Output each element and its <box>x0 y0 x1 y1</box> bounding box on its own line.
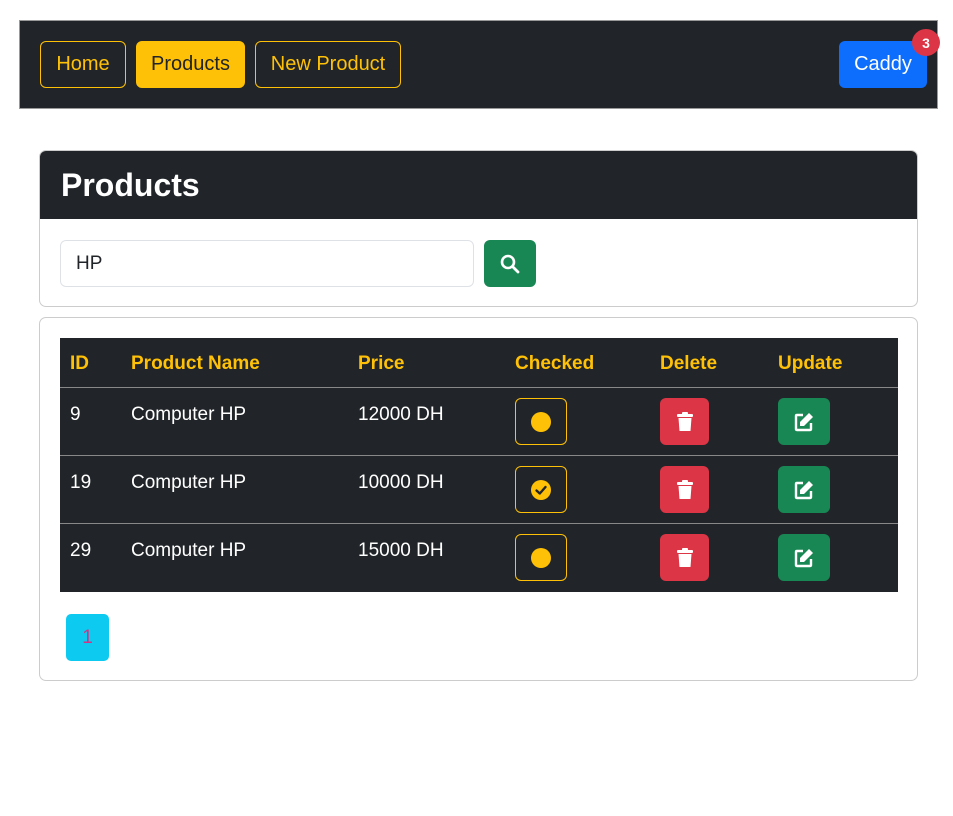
header-product-name: Product Name <box>131 353 260 374</box>
header-checked: Checked <box>515 353 595 374</box>
products-table-card: ID Product Name Price Checked Delete Upd… <box>39 317 918 681</box>
edit-button[interactable] <box>778 534 830 581</box>
table-row: 19 Computer HP 10000 DH <box>60 456 898 524</box>
card-header: Products <box>40 151 917 219</box>
edit-button[interactable] <box>778 466 830 513</box>
trash-icon <box>676 411 693 431</box>
caddy-count-badge: 3 <box>912 29 940 56</box>
header-price: Price <box>358 353 405 374</box>
trash-icon <box>676 547 693 567</box>
pagination-page-1[interactable]: 1 <box>66 614 109 661</box>
table-row: 9 Computer HP 12000 DH <box>60 388 898 456</box>
check-button[interactable] <box>515 398 567 445</box>
table-header: ID Product Name Price Checked Delete Upd… <box>60 338 898 388</box>
search-input[interactable] <box>60 240 474 287</box>
cell-price: 10000 DH <box>358 472 444 493</box>
navbar: Home Products New Product Caddy 3 <box>19 20 940 109</box>
cell-name: Computer HP <box>131 404 247 425</box>
delete-button[interactable] <box>660 398 709 445</box>
edit-icon <box>794 548 813 567</box>
cell-id: 29 <box>70 540 92 561</box>
edit-icon <box>794 412 813 431</box>
products-button[interactable]: Products <box>136 41 245 88</box>
edit-button[interactable] <box>778 398 830 445</box>
table-row: 29 Computer HP 15000 DH <box>60 524 898 592</box>
cell-price: 15000 DH <box>358 540 444 561</box>
circle-icon <box>531 411 551 432</box>
check-button[interactable] <box>515 534 567 581</box>
cell-name: Computer HP <box>131 472 247 493</box>
circle-icon <box>531 547 551 568</box>
search-icon <box>500 254 520 273</box>
delete-button[interactable] <box>660 534 709 581</box>
delete-button[interactable] <box>660 466 709 513</box>
edit-icon <box>794 480 813 499</box>
new-product-button[interactable]: New Product <box>255 41 401 88</box>
cell-name: Computer HP <box>131 540 247 561</box>
products-search-card: Products <box>39 150 918 307</box>
check-button[interactable] <box>515 466 567 513</box>
cell-id: 19 <box>70 472 92 493</box>
cell-id: 9 <box>70 404 81 425</box>
header-delete: Delete <box>660 353 718 374</box>
trash-icon <box>676 479 693 499</box>
check-circle-icon <box>531 479 551 500</box>
page-title: Products <box>61 166 200 203</box>
header-id: ID <box>70 353 89 374</box>
cell-price: 12000 DH <box>358 404 444 425</box>
search-button[interactable] <box>484 240 536 287</box>
products-table: ID Product Name Price Checked Delete Upd… <box>60 338 898 592</box>
header-update: Update <box>778 353 843 374</box>
home-button[interactable]: Home <box>40 41 126 88</box>
